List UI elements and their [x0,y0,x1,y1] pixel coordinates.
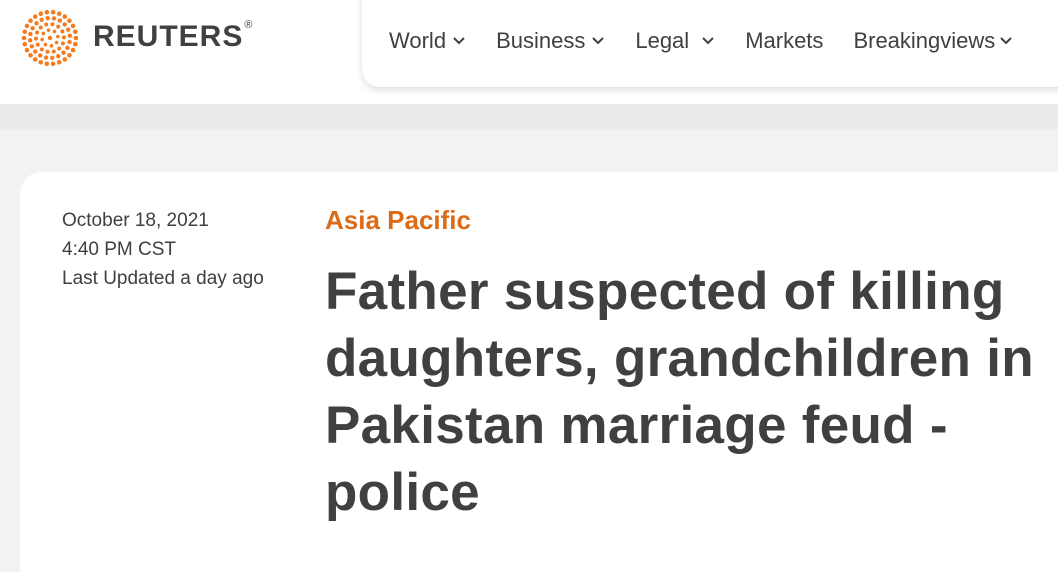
chevron-down-icon [1000,37,1012,45]
chevron-down-icon [702,37,714,45]
reuters-logo[interactable]: REUTERS® [20,8,253,68]
nav-item-breakingviews[interactable]: Breakingviews [853,28,1013,54]
article-updated: Last Updated a day ago [62,268,264,289]
reuters-dot-logo-icon [21,9,79,67]
headline-line: police [325,463,480,522]
ad-band [0,104,1058,130]
section-link[interactable]: Asia Pacific [325,205,471,236]
main-nav: World Business Legal Markets Breakingvie… [389,28,1013,54]
nav-item-markets[interactable]: Markets [745,28,823,54]
article-headline: Father suspected of killing daughters, g… [325,258,1058,526]
article-meta: October 18, 2021 4:40 PM CST Last Update… [62,206,264,293]
registered-mark: ® [244,19,254,31]
nav-item-business[interactable]: Business [496,28,605,54]
nav-item-label: World [389,28,447,53]
nav-item-label: Breakingviews [853,28,996,53]
article-card: October 18, 2021 4:40 PM CST Last Update… [20,172,1058,572]
headline-line: daughters, grandchildren in [325,329,1034,388]
nav-item-legal[interactable]: Legal [635,28,715,54]
chevron-down-icon [592,37,605,45]
article-time: 4:40 PM CST [62,239,177,260]
chevron-down-icon [453,37,465,45]
nav-item-label: Markets [745,28,824,53]
headline-line: Father suspected of killing [325,262,1005,321]
nav-item-label: Business [496,28,586,53]
nav-item-world[interactable]: World [389,28,466,54]
nav-item-label: Legal [635,28,690,53]
headline-line: Pakistan marriage feud - [325,396,948,455]
article-date: October 18, 2021 [62,210,209,231]
logo-wordmark: REUTERS® [93,19,254,53]
